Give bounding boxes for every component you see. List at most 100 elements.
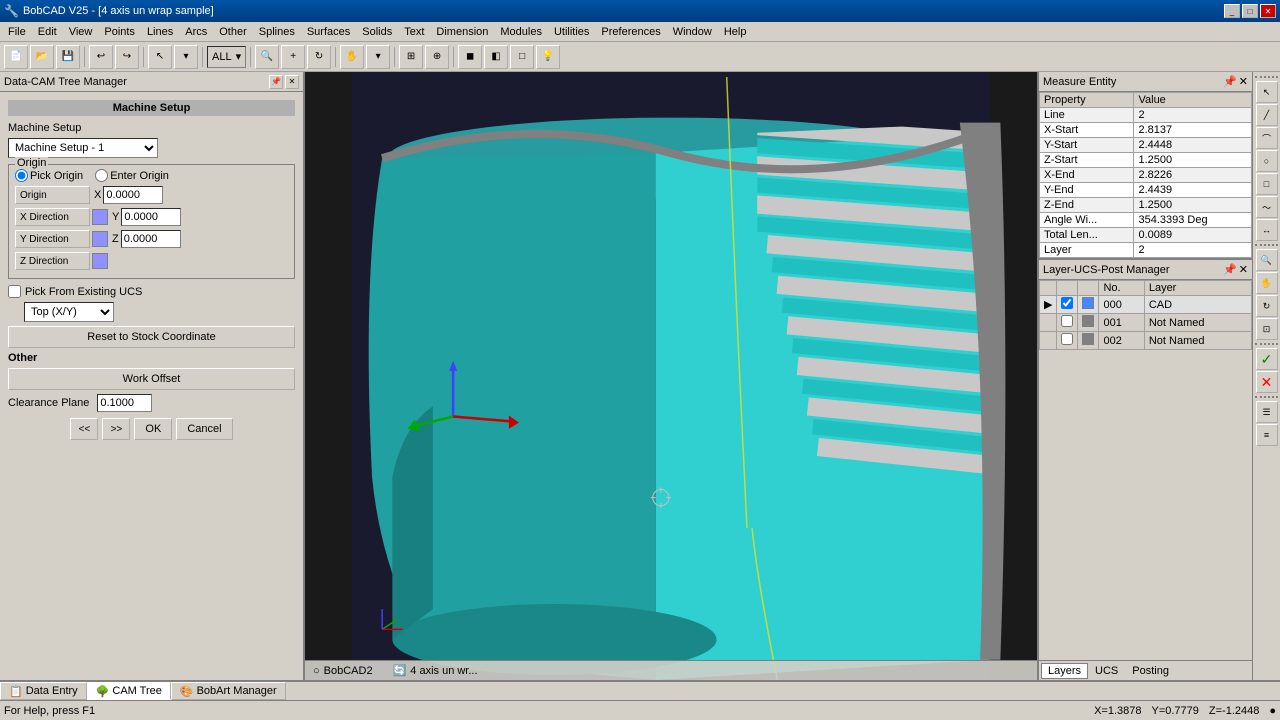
layers-tab[interactable]: Layers — [1041, 663, 1088, 679]
measure-pin-button[interactable]: 📌 — [1223, 75, 1237, 88]
panel-header: Data-CAM Tree Manager 📌 ✕ — [0, 72, 303, 92]
ucs-tab[interactable]: UCS — [1088, 663, 1125, 679]
layer-pin-button[interactable]: 📌 — [1223, 263, 1237, 276]
refresh-button[interactable]: ↻ — [307, 45, 331, 69]
prev-button[interactable]: << — [70, 418, 98, 440]
ok-button[interactable]: OK — [134, 418, 172, 440]
menu-points[interactable]: Points — [98, 24, 141, 40]
menu-text[interactable]: Text — [398, 24, 430, 40]
setup-dropdown[interactable]: Machine Setup - 1 — [8, 138, 158, 158]
save-button[interactable]: 💾 — [56, 45, 80, 69]
select-mode-dropdown[interactable]: ALL ▾ — [207, 46, 246, 68]
tb-sep-6 — [394, 47, 395, 67]
pan-button[interactable]: ✋ — [340, 45, 364, 69]
menu-modules[interactable]: Modules — [494, 24, 548, 40]
reset-stock-button[interactable]: Reset to Stock Coordinate — [8, 326, 295, 348]
work-offset-button[interactable]: Work Offset — [8, 368, 295, 390]
measure-row-layer: Layer 2 — [1040, 243, 1252, 258]
data-entry-label: Data Entry — [26, 685, 78, 697]
zoom-in-button[interactable]: + — [281, 45, 305, 69]
bobart-manager-tab[interactable]: 🎨 BobArt Manager — [171, 682, 286, 700]
select-arrow-button[interactable]: ▾ — [174, 45, 198, 69]
viewport[interactable]: ○ BobCAD2 🔄 4 axis un wr... — [305, 72, 1037, 680]
rt-fit-btn[interactable]: ⊡ — [1256, 318, 1278, 340]
layer-002-vis[interactable] — [1061, 333, 1073, 345]
measure-row-zstart: Z-Start 1.2500 — [1040, 153, 1252, 168]
enter-origin-radio[interactable]: Enter Origin — [95, 169, 169, 182]
grid-button[interactable]: ⊞ — [399, 45, 423, 69]
light-button[interactable]: 💡 — [536, 45, 560, 69]
menu-dimension[interactable]: Dimension — [430, 24, 494, 40]
rt-checkmark-btn[interactable]: ✓ — [1256, 348, 1278, 370]
rt-arc-btn[interactable]: ⌒ — [1256, 127, 1278, 149]
redo-button[interactable]: ↪ — [115, 45, 139, 69]
panel-pin-button[interactable]: 📌 — [269, 75, 283, 89]
shade-button[interactable]: ◧ — [484, 45, 508, 69]
measure-close-button[interactable]: ✕ — [1239, 75, 1248, 88]
pick-origin-input[interactable] — [15, 169, 28, 182]
menu-splines[interactable]: Splines — [253, 24, 301, 40]
origin-button[interactable]: Origin — [15, 186, 90, 204]
menu-window[interactable]: Window — [667, 24, 718, 40]
clearance-input[interactable] — [97, 394, 152, 412]
panel-close-button[interactable]: ✕ — [285, 75, 299, 89]
rt-rect-btn[interactable]: □ — [1256, 173, 1278, 195]
layer-color-header — [1078, 281, 1099, 296]
posting-tab[interactable]: Posting — [1125, 663, 1176, 679]
undo-button[interactable]: ↩ — [89, 45, 113, 69]
pan-arrow-button[interactable]: ▾ — [366, 45, 390, 69]
rt-line-btn[interactable]: ╱ — [1256, 104, 1278, 126]
minimize-button[interactable]: _ — [1224, 4, 1240, 18]
menu-lines[interactable]: Lines — [141, 24, 179, 40]
rt-x-btn[interactable]: ✕ — [1256, 371, 1278, 393]
rt-pan-btn[interactable]: ✋ — [1256, 272, 1278, 294]
rt-select-btn[interactable]: ↖ — [1256, 81, 1278, 103]
layer-000-vis[interactable] — [1061, 297, 1073, 309]
close-button[interactable]: ✕ — [1260, 4, 1276, 18]
wireframe-button[interactable]: □ — [510, 45, 534, 69]
next-button[interactable]: >> — [102, 418, 130, 440]
xdir-y-input[interactable] — [121, 208, 181, 226]
layer-001-vis[interactable] — [1061, 315, 1073, 327]
open-button[interactable]: 📂 — [30, 45, 54, 69]
cancel-button[interactable]: Cancel — [176, 418, 232, 440]
y-direction-button[interactable]: Y Direction — [15, 230, 90, 248]
enter-origin-input[interactable] — [95, 169, 108, 182]
menu-solids[interactable]: Solids — [356, 24, 398, 40]
data-entry-icon: 📋 — [9, 685, 23, 698]
menu-utilities[interactable]: Utilities — [548, 24, 595, 40]
menu-file[interactable]: File — [2, 24, 32, 40]
menu-help[interactable]: Help — [718, 24, 753, 40]
x-direction-button[interactable]: X Direction — [15, 208, 90, 226]
ucs-dropdown[interactable]: Top (X/Y) — [24, 302, 114, 322]
zoom-button[interactable]: 🔍 — [255, 45, 279, 69]
data-entry-tab[interactable]: 📋 Data Entry — [0, 682, 87, 700]
rt-zoom-btn[interactable]: 🔍 — [1256, 249, 1278, 271]
rt-props-btn[interactable]: ≡ — [1256, 424, 1278, 446]
layer-row-002: 002 Not Named — [1040, 332, 1252, 350]
origin-x-input[interactable] — [103, 186, 163, 204]
menu-surfaces[interactable]: Surfaces — [301, 24, 356, 40]
rt-spline-btn[interactable]: 〜 — [1256, 196, 1278, 218]
maximize-button[interactable]: □ — [1242, 4, 1258, 18]
pick-origin-radio[interactable]: Pick Origin — [15, 169, 83, 182]
rt-dimension-btn[interactable]: ↔ — [1256, 219, 1278, 241]
pick-ucs-checkbox[interactable] — [8, 285, 21, 298]
rt-circle-btn[interactable]: ○ — [1256, 150, 1278, 172]
menu-other[interactable]: Other — [213, 24, 253, 40]
select-button[interactable]: ↖ — [148, 45, 172, 69]
menu-edit[interactable]: Edit — [32, 24, 63, 40]
menu-view[interactable]: View — [63, 24, 99, 40]
rt-list-btn[interactable]: ☰ — [1256, 401, 1278, 423]
rt-rotate-btn[interactable]: ↻ — [1256, 295, 1278, 317]
z-direction-button[interactable]: Z Direction — [15, 252, 90, 270]
menu-preferences[interactable]: Preferences — [595, 24, 666, 40]
render-button[interactable]: ◼ — [458, 45, 482, 69]
machine-setup-row: Machine Setup — [8, 122, 295, 134]
layer-close-button[interactable]: ✕ — [1239, 263, 1248, 276]
cam-tree-tab[interactable]: 🌳 CAM Tree — [87, 682, 171, 700]
menu-arcs[interactable]: Arcs — [179, 24, 213, 40]
new-button[interactable]: 📄 — [4, 45, 28, 69]
ydir-z-input[interactable] — [121, 230, 181, 248]
snap-button[interactable]: ⊕ — [425, 45, 449, 69]
